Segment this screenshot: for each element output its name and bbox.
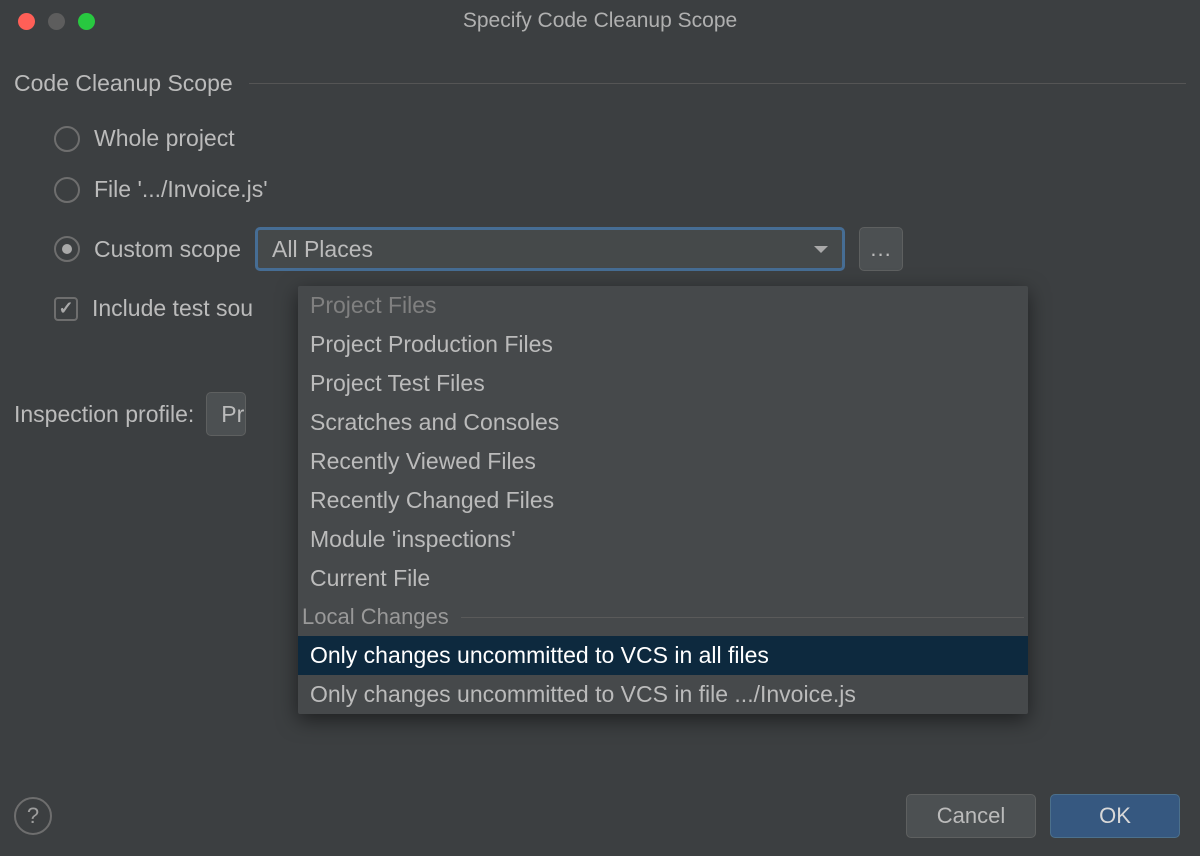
radio-custom-scope[interactable]: Custom scope	[54, 236, 241, 263]
radio-icon	[54, 236, 80, 262]
footer-buttons: Cancel OK	[906, 794, 1180, 838]
dropdown-item[interactable]: Project Test Files	[298, 364, 1028, 403]
radio-label: File '.../Invoice.js'	[94, 176, 268, 203]
section-header-label: Code Cleanup Scope	[14, 70, 233, 97]
checkbox-icon	[54, 297, 78, 321]
ok-button[interactable]: OK	[1050, 794, 1180, 838]
dropdown-item[interactable]: Only changes uncommitted to VCS in file …	[298, 675, 1028, 714]
browse-scope-button[interactable]: ...	[859, 227, 903, 271]
radio-icon	[54, 126, 80, 152]
profile-value: Pr	[221, 401, 244, 428]
dialog-footer: ? Cancel OK	[14, 794, 1180, 838]
maximize-window-button[interactable]	[78, 13, 95, 30]
minimize-window-button[interactable]	[48, 13, 65, 30]
dropdown-item[interactable]: Recently Changed Files	[298, 481, 1028, 520]
close-window-button[interactable]	[18, 13, 35, 30]
dropdown-item[interactable]: Module 'inspections'	[298, 520, 1028, 559]
scope-radio-group: Whole project File '.../Invoice.js' Cust…	[14, 125, 1186, 271]
combobox-value: All Places	[272, 236, 373, 263]
dropdown-group-label: Local Changes	[302, 604, 449, 630]
dropdown-item[interactable]: Project Production Files	[298, 325, 1028, 364]
custom-scope-combobox[interactable]: All Places	[255, 227, 845, 271]
help-button[interactable]: ?	[14, 797, 52, 835]
divider	[249, 83, 1186, 84]
radio-file[interactable]: File '.../Invoice.js'	[54, 176, 1186, 203]
window-controls	[0, 13, 95, 30]
radio-icon	[54, 177, 80, 203]
titlebar: Specify Code Cleanup Scope	[0, 0, 1200, 42]
chevron-down-icon	[814, 246, 828, 253]
radio-label: Custom scope	[94, 236, 241, 263]
dropdown-item[interactable]: Project Files	[298, 286, 1028, 325]
radio-label: Whole project	[94, 125, 235, 152]
dialog-title: Specify Code Cleanup Scope	[463, 9, 737, 33]
dropdown-item[interactable]: Scratches and Consoles	[298, 403, 1028, 442]
checkbox-label: Include test sou	[92, 295, 253, 322]
inspection-profile-label: Inspection profile:	[14, 401, 194, 428]
divider	[461, 617, 1024, 618]
dropdown-item[interactable]: Only changes uncommitted to VCS in all f…	[298, 636, 1028, 675]
scope-dropdown: Project Files Project Production Files P…	[298, 286, 1028, 714]
radio-whole-project[interactable]: Whole project	[54, 125, 1186, 152]
dropdown-item[interactable]: Recently Viewed Files	[298, 442, 1028, 481]
dropdown-item[interactable]: Current File	[298, 559, 1028, 598]
section-header: Code Cleanup Scope	[14, 70, 1186, 97]
cancel-button[interactable]: Cancel	[906, 794, 1036, 838]
inspection-profile-combobox[interactable]: Pr	[206, 392, 246, 436]
dropdown-group-header: Local Changes	[298, 598, 1028, 636]
